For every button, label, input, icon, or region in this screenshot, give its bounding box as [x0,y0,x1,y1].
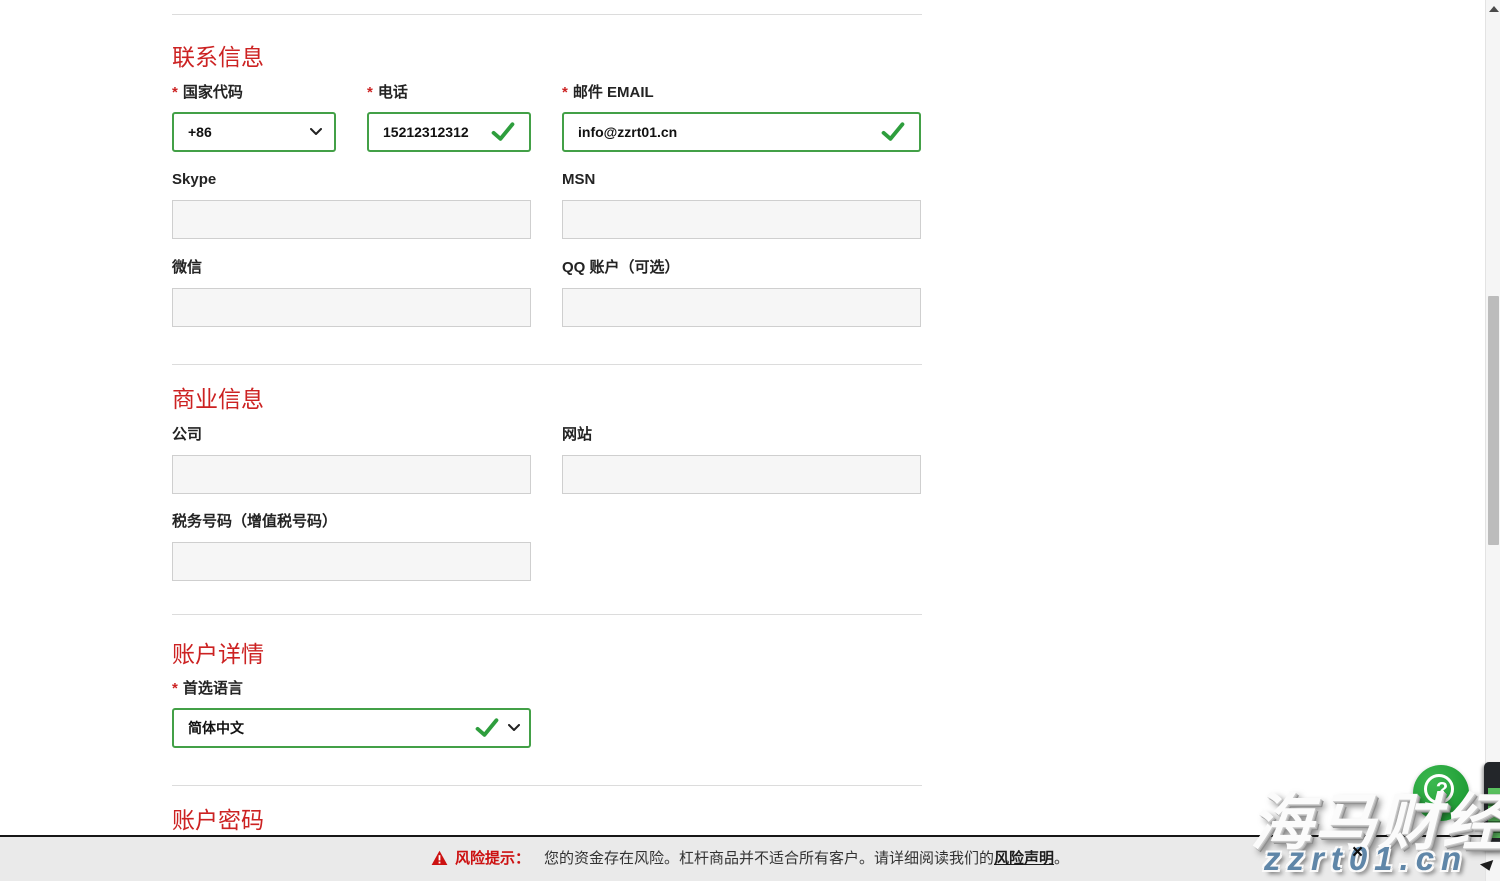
phone-label-text: 电话 [378,84,408,101]
language-label: * 首选语言 [172,680,243,697]
wechat-field [172,288,531,327]
chevron-down-icon [310,128,322,136]
website-field [562,455,921,494]
tax-number-label: 税务号码（增值税号码） [172,513,337,530]
risk-statement-link[interactable]: 风险声明 [994,850,1054,867]
country-code-select[interactable]: +86 [172,112,336,152]
wechat-input[interactable] [173,289,530,326]
email-field [562,112,921,152]
company-input[interactable] [173,456,530,493]
qq-label: QQ 账户（可选） [562,259,680,276]
skype-input[interactable] [173,201,530,238]
watermark-domain: zzrt01.cn [1264,840,1468,878]
phone-field [367,112,531,152]
website-label: 网站 [562,426,592,443]
wechat-label: 微信 [172,259,202,276]
risk-warning-period: 。 [1054,850,1069,867]
tax-number-field [172,542,531,581]
scrollbar-thumb[interactable] [1488,296,1499,545]
email-label: * 邮件 EMAIL [562,84,654,101]
section-title-account-details: 账户详情 [172,641,264,667]
divider [172,364,922,365]
section-title-business: 商业信息 [172,386,264,412]
section-title-password: 账户密码 [172,807,264,833]
skype-field [172,200,531,239]
scroll-up-arrow-icon[interactable] [1489,6,1499,12]
warning-icon [431,850,448,866]
risk-warning-label: 风险提示： [455,850,530,867]
check-icon [475,718,499,739]
skype-label: Skype [172,171,216,188]
risk-warning-text: 您的资金存在风险。杠杆商品并不适合所有客户。请详细阅读我们的 [544,850,994,867]
scrollbar[interactable] [1485,0,1500,881]
footer-close-button[interactable]: × [1352,843,1363,862]
email-input[interactable] [564,114,919,150]
country-code-value: +86 [188,124,212,140]
required-marker: * [562,84,568,101]
required-marker: * [367,84,373,101]
company-label: 公司 [172,426,202,443]
country-code-label-text: 国家代码 [183,84,243,101]
language-select[interactable]: 简体中文 [172,708,531,748]
required-marker: * [172,84,178,101]
qq-field [562,288,921,327]
chevron-down-icon [508,724,520,732]
tax-number-input[interactable] [173,543,530,580]
msn-label: MSN [562,171,595,188]
email-label-text: 邮件 EMAIL [573,84,654,101]
check-icon [881,122,905,143]
check-icon [491,122,515,143]
language-value: 简体中文 [188,718,244,738]
divider [172,14,922,15]
divider [172,614,922,615]
qq-input[interactable] [563,289,920,326]
required-marker: * [172,680,178,697]
msn-field [562,200,921,239]
phone-label: * 电话 [367,84,408,101]
language-label-text: 首选语言 [183,680,243,697]
website-input[interactable] [563,456,920,493]
section-title-contact: 联系信息 [172,44,264,70]
divider [172,785,922,786]
msn-input[interactable] [563,201,920,238]
country-code-label: * 国家代码 [172,84,243,101]
company-field [172,455,531,494]
